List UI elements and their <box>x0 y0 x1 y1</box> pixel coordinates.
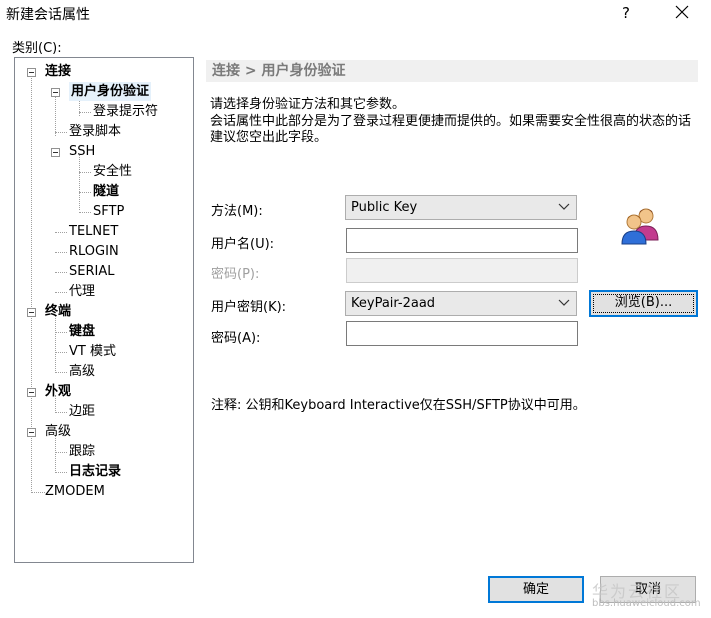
tree-item-telnet[interactable]: TELNET <box>69 222 118 241</box>
tree-item-ssh[interactable]: SSH <box>69 142 95 161</box>
tree-connector <box>79 172 91 173</box>
collapse-toggle-icon[interactable] <box>27 388 36 397</box>
category-label: 类别(C): <box>12 41 62 56</box>
tree-connector <box>55 452 67 453</box>
chevron-down-icon <box>558 203 570 210</box>
collapse-toggle-icon[interactable] <box>27 68 36 77</box>
tree-connector <box>79 192 91 193</box>
panel-note: 会话属性中此部分是为了登录过程更便捷而提供的。如果需要安全性很高的状态的话建议您… <box>210 114 692 145</box>
tree-item-zmodem[interactable]: ZMODEM <box>45 482 105 501</box>
close-button[interactable] <box>668 1 696 25</box>
close-icon <box>675 5 689 19</box>
user-key-select[interactable]: KeyPair-2aad <box>345 291 577 316</box>
password-label: 密码(P): <box>211 267 260 282</box>
tree-connector <box>55 412 67 413</box>
method-label: 方法(M): <box>211 204 263 219</box>
tree-item-keyboard[interactable]: 键盘 <box>69 322 95 341</box>
tree-connector <box>79 112 91 113</box>
watermark-url: bbs.huaweicloud.com <box>592 598 701 609</box>
ok-button[interactable]: 确定 <box>488 576 584 603</box>
tree-connector <box>55 272 67 273</box>
tree-connector <box>79 212 91 213</box>
tree-connector <box>55 132 67 133</box>
user-key-value: KeyPair-2aad <box>351 296 436 311</box>
tree-item-vt-modes[interactable]: VT 模式 <box>69 342 116 361</box>
tree-connector <box>55 292 67 293</box>
protocol-note: 注释: 公钥和Keyboard Interactive仅在SSH/SFTP协议中… <box>211 398 586 413</box>
tree-connector <box>79 155 80 210</box>
tree-item-connection[interactable]: 连接 <box>45 62 71 81</box>
passphrase-input[interactable] <box>346 321 578 346</box>
tree-item-terminal[interactable]: 终端 <box>45 302 71 321</box>
tree-item-login-prompts[interactable]: 登录提示符 <box>93 102 158 121</box>
tree-item-tunneling[interactable]: 隧道 <box>93 182 119 201</box>
collapse-toggle-icon[interactable] <box>51 148 60 157</box>
tree-item-serial[interactable]: SERIAL <box>69 262 114 281</box>
username-input[interactable] <box>346 228 578 253</box>
tree-item-user-auth[interactable]: 用户身份验证 <box>69 82 152 101</box>
help-button[interactable]: ? <box>612 1 640 25</box>
tree-item-trace[interactable]: 跟踪 <box>69 442 95 461</box>
tree-item-rlogin[interactable]: RLOGIN <box>69 242 119 261</box>
chevron-down-icon <box>558 299 570 306</box>
tree-item-terminal-advanced[interactable]: 高级 <box>69 362 95 381</box>
tree-item-login-script[interactable]: 登录脚本 <box>69 122 121 141</box>
password-input[interactable] <box>346 258 578 283</box>
collapse-toggle-icon[interactable] <box>51 88 60 97</box>
panel-description: 请选择身份验证方法和其它参数。 <box>210 97 406 112</box>
tree-connector <box>55 372 67 373</box>
panel-header: 连接 > 用户身份验证 <box>206 60 698 82</box>
method-value: Public Key <box>351 200 418 215</box>
username-label: 用户名(U): <box>211 237 275 252</box>
method-select[interactable]: Public Key <box>345 195 577 220</box>
collapse-toggle-icon[interactable] <box>27 428 36 437</box>
passphrase-label: 密码(A): <box>211 331 261 346</box>
tree-connector <box>55 252 67 253</box>
tree-connector <box>55 95 56 136</box>
tree-item-advanced[interactable]: 高级 <box>45 422 71 441</box>
tree-connector <box>55 232 67 233</box>
title-bar: 新建会话属性 ? <box>0 0 711 26</box>
user-key-label: 用户密钥(K): <box>211 300 287 315</box>
tree-connector <box>31 492 45 493</box>
users-icon <box>621 208 659 245</box>
category-tree[interactable]: 连接 用户身份验证 登录提示符 登录脚本 SSH 安全性 隧道 SFTP TEL… <box>14 57 194 563</box>
collapse-toggle-icon[interactable] <box>27 308 36 317</box>
window-title: 新建会话属性 <box>6 7 90 23</box>
tree-item-sftp[interactable]: SFTP <box>93 202 124 221</box>
tree-connector <box>55 332 67 333</box>
tree-item-security[interactable]: 安全性 <box>93 162 132 181</box>
browse-button[interactable]: 浏览(B)... <box>589 290 698 317</box>
tree-item-logging[interactable]: 日志记录 <box>69 462 121 481</box>
tree-connector <box>55 352 67 353</box>
tree-item-appearance[interactable]: 外观 <box>45 382 71 401</box>
tree-item-proxy[interactable]: 代理 <box>69 282 95 301</box>
tree-item-margins[interactable]: 边距 <box>69 402 95 421</box>
tree-connector <box>55 472 67 473</box>
tree-connector <box>55 315 56 373</box>
